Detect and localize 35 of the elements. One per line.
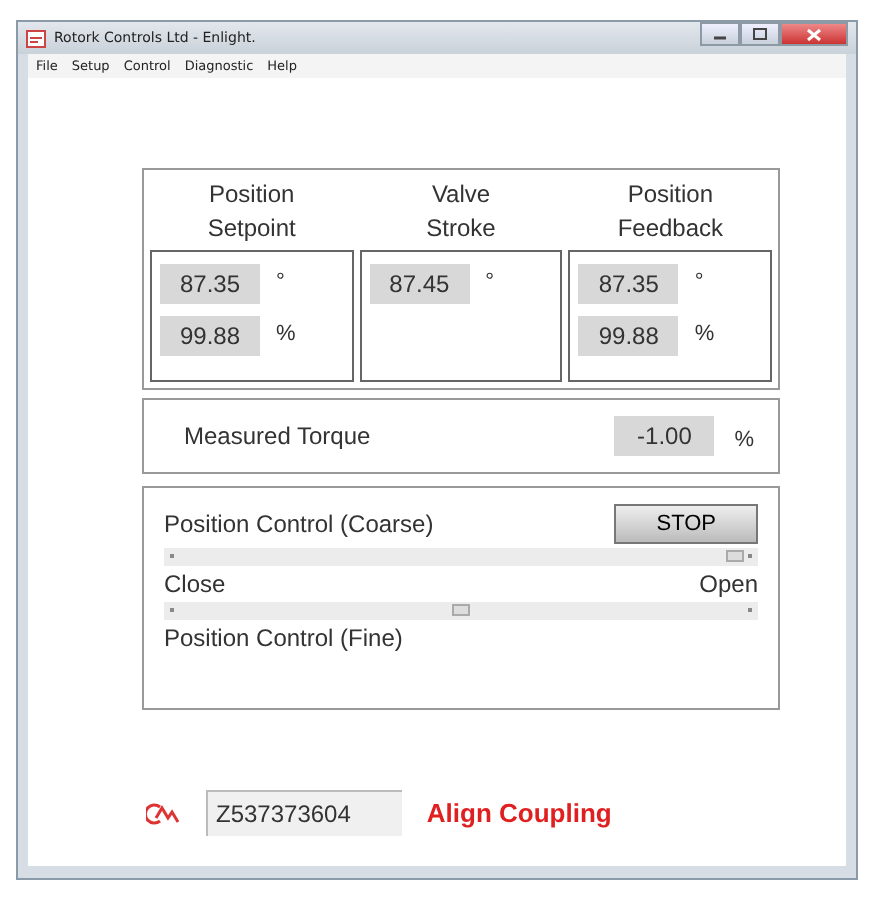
maximize-icon	[752, 28, 768, 40]
unit-label: %	[734, 425, 754, 451]
unit-label: °	[276, 268, 285, 294]
value-display: -1.00	[614, 416, 715, 456]
close-button[interactable]	[780, 22, 848, 46]
app-icon	[26, 29, 46, 47]
value-display: 99.88	[160, 316, 260, 356]
slider-label: Position Control (Fine)	[164, 624, 403, 652]
status-message: Align Coupling	[426, 798, 612, 828]
serial-field: Z537373604	[206, 790, 403, 836]
column-heading: Setpoint	[207, 212, 296, 246]
value-display: 99.88	[578, 316, 679, 356]
minimize-button[interactable]	[700, 22, 740, 46]
slider-label: Position Control (Coarse)	[164, 510, 434, 538]
unit-label: °	[694, 268, 704, 294]
column-heading: Position	[627, 178, 714, 212]
open-label: Open	[699, 570, 758, 598]
torque-label: Measured Torque	[184, 422, 371, 450]
value-display: 87.35	[578, 264, 679, 304]
column-heading: Stroke	[426, 212, 496, 246]
unit-label: %	[694, 320, 715, 346]
coarse-slider[interactable]	[164, 548, 758, 566]
value-display: 87.35	[160, 264, 260, 304]
stop-button[interactable]: STOP	[614, 504, 758, 544]
maximize-button[interactable]	[740, 22, 780, 46]
close-label: Close	[164, 570, 226, 598]
column-heading: Position	[208, 178, 295, 212]
close-icon	[806, 27, 822, 41]
value-display: 87.45	[369, 264, 470, 304]
unit-label: °	[485, 268, 495, 294]
logo-icon	[146, 801, 182, 825]
unit-label: %	[276, 320, 296, 346]
column-heading: Feedback	[617, 212, 724, 246]
column-heading: Valve	[431, 178, 491, 212]
fine-slider[interactable]	[164, 602, 758, 620]
